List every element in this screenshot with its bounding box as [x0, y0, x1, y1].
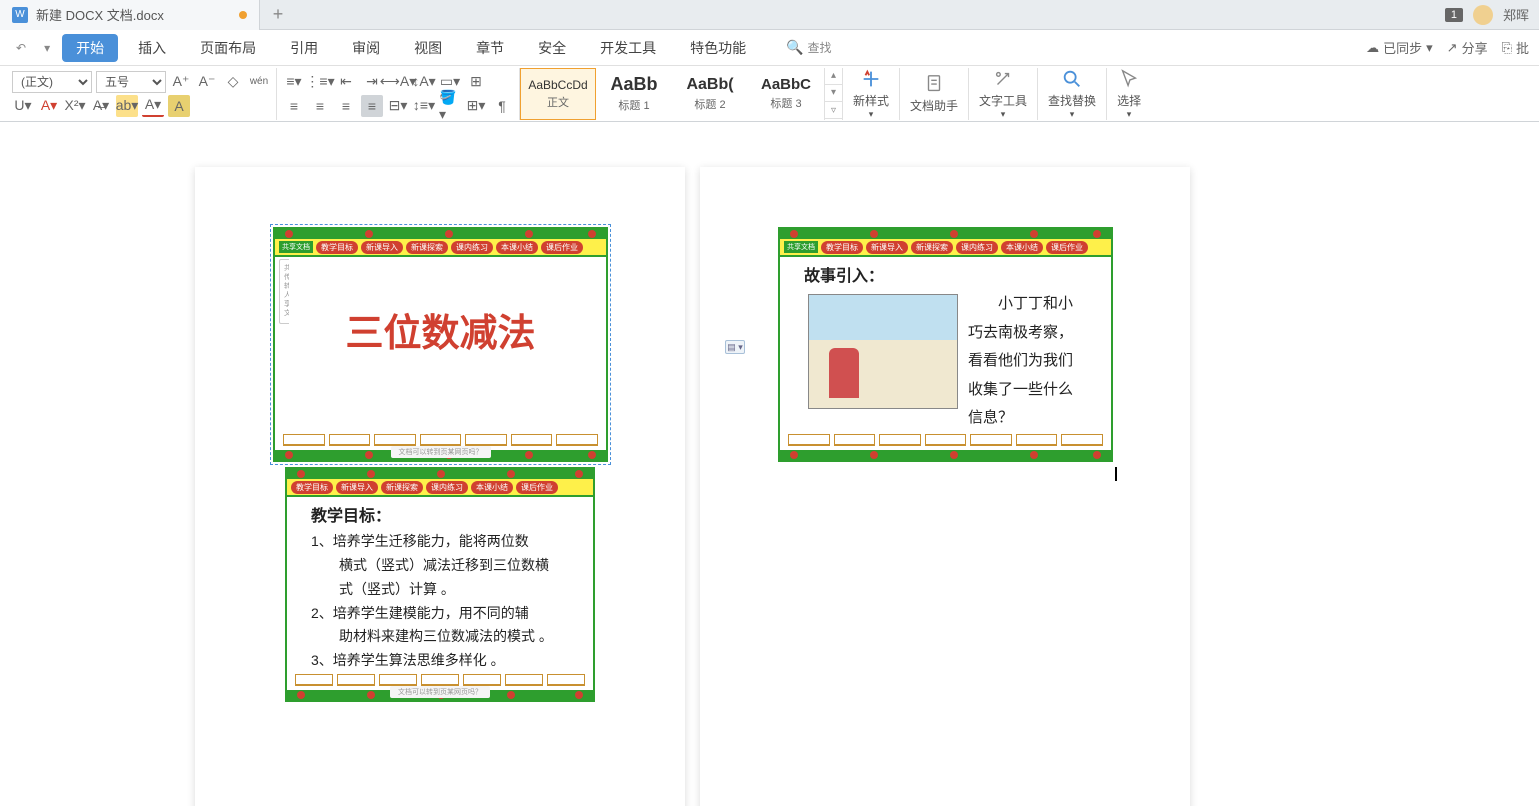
shrink-font-icon[interactable]: A⁻ — [196, 71, 218, 93]
text-cursor — [1115, 467, 1117, 481]
layout-options-icon[interactable]: ▤ ▾ — [725, 340, 745, 354]
slide-1[interactable]: 共享文档 教学目标 新课导入 新课探索 课内练习 本课小结 课后作业 共享文档是… — [273, 227, 608, 462]
avatar-icon[interactable] — [1473, 5, 1493, 25]
menu-dev[interactable]: 开发工具 — [586, 34, 670, 62]
doc-assistant-button[interactable]: 文档助手 — [900, 68, 969, 120]
highlight-icon[interactable]: ab▾ — [116, 95, 138, 117]
clear-format-icon[interactable]: ◇ — [222, 71, 244, 93]
title-bar: W 新建 DOCX 文档.docx + 1 郑晖 — [0, 0, 1539, 30]
batch-button[interactable]: ⎘批 — [1502, 38, 1529, 57]
slide-content: 故事引入： 小丁丁和小巧去南极考察，看看他们为我们收集了一些什么信息？ — [794, 257, 1097, 439]
slide-content: 教学目标： 1、培养学生迁移能力，能将两位数 横式（竖式）减法迁移到三位数横 式… — [301, 497, 579, 679]
grow-font-icon[interactable]: A⁺ — [170, 71, 192, 93]
select-button[interactable]: 选择▾ — [1107, 68, 1151, 120]
gallery-scroll[interactable]: ▴▾▿ — [824, 68, 842, 120]
show-marks-icon[interactable]: ¶ — [491, 95, 513, 117]
slide-title: 三位数减法 — [289, 302, 592, 357]
style-normal[interactable]: AaBbCcDd正文 — [520, 68, 596, 120]
slide-tab: 教学目标 — [316, 241, 358, 254]
table-borders-icon[interactable]: ⊞▾ — [465, 95, 487, 117]
menu-section[interactable]: 章节 — [462, 34, 518, 62]
font-size-select[interactable]: 五号 — [96, 71, 166, 93]
font-color-a-icon[interactable]: A▾ — [38, 95, 60, 117]
user-name: 郑晖 — [1503, 5, 1529, 24]
style-h1[interactable]: AaBb标题 1 — [596, 68, 672, 120]
strike-icon[interactable]: A̶▾ — [90, 95, 112, 117]
word-icon: W — [12, 7, 28, 23]
sort-icon[interactable]: ↕≡▾ — [413, 95, 435, 117]
tab-title: 新建 DOCX 文档.docx — [36, 5, 164, 24]
menu-special[interactable]: 特色功能 — [676, 34, 760, 62]
line-spacing-icon[interactable]: ↕A▾ — [413, 71, 435, 93]
font-color-icon[interactable]: A▾ — [142, 95, 164, 117]
new-style-button[interactable]: 新样式▾ — [843, 68, 900, 120]
page-2: 共享文档 教学目标 新课导入 新课探索 课内练习 本课小结 课后作业 故事引入：… — [700, 167, 1190, 806]
bullets-icon[interactable]: ≡▾ — [283, 71, 305, 93]
menu-bar: ↶ ▾ 开始 插入 页面布局 引用 审阅 视图 章节 安全 开发工具 特色功能 … — [0, 30, 1539, 66]
batch-icon: ⎘ — [1502, 40, 1512, 56]
distribute-icon[interactable]: ⊟▾ — [387, 95, 409, 117]
story-illustration — [808, 294, 958, 409]
slide-3[interactable]: 共享文档 教学目标 新课导入 新课探索 课内练习 本课小结 课后作业 故事引入：… — [778, 227, 1113, 462]
text-tools-button[interactable]: 文字工具▾ — [969, 68, 1038, 120]
slide-header: 共享文档 教学目标 新课导入 新课探索 课内练习 本课小结 课后作业 — [780, 239, 1111, 257]
menu-insert[interactable]: 插入 — [124, 34, 180, 62]
search-box[interactable]: 🔍 查找 — [786, 39, 831, 56]
new-tab-button[interactable]: + — [260, 0, 296, 30]
slide-header: 共享文档 教学目标 新课导入 新课探索 课内练习 本课小结 课后作业 — [275, 239, 606, 257]
notification-badge[interactable]: 1 — [1445, 8, 1463, 22]
document-canvas[interactable]: 共享文档 教学目标 新课导入 新课探索 课内练习 本课小结 课后作业 共享文档是… — [0, 122, 1539, 806]
sync-button[interactable]: ☁已同步▾ — [1366, 38, 1433, 57]
share-button[interactable]: ↗分享 — [1447, 38, 1488, 57]
indent-left-icon[interactable]: ⇤ — [335, 71, 357, 93]
search-placeholder: 查找 — [808, 39, 832, 56]
font-group: (正文) 五号 A⁺ A⁻ ◇ wén U▾ A▾ X²▾ A̶▾ ab▾ A▾… — [6, 68, 277, 120]
numbering-icon[interactable]: ⋮≡▾ — [309, 71, 331, 93]
borders-icon[interactable]: ⊞ — [465, 71, 487, 93]
align-left-icon[interactable]: ≡ — [283, 95, 305, 117]
document-tab[interactable]: W 新建 DOCX 文档.docx — [0, 0, 260, 30]
page-1: 共享文档 教学目标 新课导入 新课探索 课内练习 本课小结 课后作业 共享文档是… — [195, 167, 685, 806]
fill-icon[interactable]: 🪣▾ — [439, 95, 461, 117]
redo-dropdown-icon[interactable]: ▾ — [38, 41, 56, 55]
align-justify-icon[interactable]: ≡ — [361, 95, 383, 117]
undo-icon[interactable]: ↶ — [10, 41, 32, 55]
style-gallery: AaBbCcDd正文 AaBb标题 1 AaBb(标题 2 AaBbC标题 3 … — [520, 68, 843, 120]
menu-security[interactable]: 安全 — [524, 34, 580, 62]
menu-view[interactable]: 视图 — [400, 34, 456, 62]
menu-review[interactable]: 审阅 — [338, 34, 394, 62]
super-sub-icon[interactable]: X²▾ — [64, 95, 86, 117]
slide-footer: 文档可以转到页某网页吗？ — [391, 446, 491, 458]
underline-icon[interactable]: U▾ — [12, 95, 34, 117]
style-h3[interactable]: AaBbC标题 3 — [748, 68, 824, 120]
slide-footer: 文档可以转到页某网页吗？ — [390, 686, 490, 698]
pinyin-icon[interactable]: wén — [248, 71, 270, 93]
menu-layout[interactable]: 页面布局 — [186, 34, 270, 62]
menu-reference[interactable]: 引用 — [276, 34, 332, 62]
paragraph-group: ≡▾ ⋮≡▾ ⇤ ⇥ ⟷A▾ ↕A▾ ▭▾ ⊞ ≡ ≡ ≡ ≡ ⊟▾ ↕≡▾ 🪣… — [277, 68, 520, 120]
find-replace-button[interactable]: 查找替换▾ — [1038, 68, 1107, 120]
font-family-select[interactable]: (正文) — [12, 71, 92, 93]
share-icon: ↗ — [1447, 40, 1458, 56]
menu-home[interactable]: 开始 — [62, 34, 118, 62]
unsaved-indicator-icon — [239, 11, 247, 19]
align-right-icon[interactable]: ≡ — [335, 95, 357, 117]
shading-icon[interactable]: A — [168, 95, 190, 117]
char-scale-icon[interactable]: ⟷A▾ — [387, 71, 409, 93]
ribbon-toolbar: (正文) 五号 A⁺ A⁻ ◇ wén U▾ A▾ X²▾ A̶▾ ab▾ A▾… — [0, 66, 1539, 122]
align-center-icon[interactable]: ≡ — [309, 95, 331, 117]
cloud-icon: ☁ — [1366, 40, 1379, 56]
slide-header: 教学目标 新课导入 新课探索 课内练习 本课小结 课后作业 — [287, 479, 593, 497]
search-icon: 🔍 — [786, 39, 803, 56]
slide-2[interactable]: 教学目标 新课导入 新课探索 课内练习 本课小结 课后作业 教学目标： 1、培养… — [285, 467, 595, 702]
style-h2[interactable]: AaBb(标题 2 — [672, 68, 748, 120]
